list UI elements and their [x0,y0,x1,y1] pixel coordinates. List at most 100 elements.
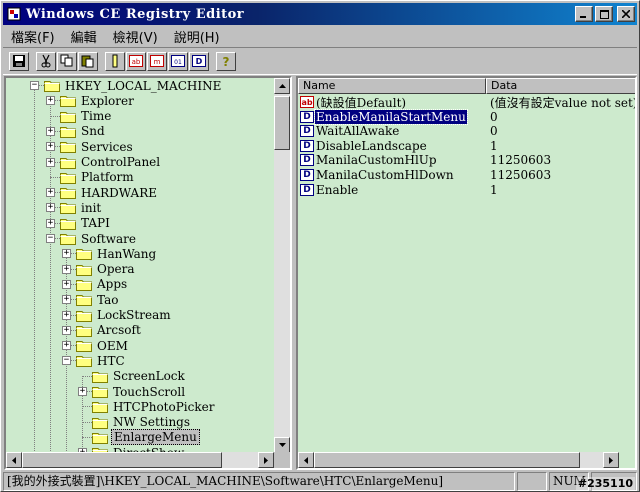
tree-vertical-scrollbar[interactable] [274,78,290,453]
folder-icon [76,339,92,353]
collapse-icon[interactable]: − [46,234,55,243]
list-hscroll-thumb[interactable] [314,452,580,468]
new-dword-icon[interactable]: D [189,51,209,71]
scroll-up-icon[interactable] [274,78,290,94]
scroll-left-icon[interactable] [6,452,22,468]
tree-node[interactable]: HKEY_LOCAL_MACHINE [44,78,223,93]
paste-icon[interactable] [78,51,98,71]
tree-node[interactable]: Platform [60,170,136,185]
tree-node[interactable]: Opera [76,262,137,277]
expand-icon[interactable]: + [46,126,55,136]
app-icon [6,6,22,22]
folder-icon [76,324,92,337]
expand-icon[interactable]: + [46,188,55,198]
value-row[interactable]: D Enable 1 [298,183,618,197]
menu-bar: 檔案(F) 編輯 檢視(V) 說明(H) [3,26,637,46]
tree-node[interactable]: ScreenLock [92,369,187,384]
menu-edit[interactable]: 編輯 [63,27,105,46]
new-string-icon[interactable]: ab [126,51,146,71]
cut-icon[interactable] [36,51,56,71]
tree-node[interactable]: HTC [76,353,127,368]
value-row[interactable]: D ManilaCustomHlUp 11250603 [298,153,618,167]
value-row[interactable]: D WaitAllAwake 0 [298,124,618,138]
tree-node-label: Tao [97,292,119,307]
dword-value-icon: D [300,110,314,123]
tree-node[interactable]: LockStream [76,308,173,323]
tree-node[interactable]: Explorer [60,93,136,108]
expand-icon[interactable]: + [46,142,55,152]
registry-tree[interactable]: − HKEY_LOCAL_MACHINE + Explorer Time + Snd + Ser… [4,76,292,470]
tree-horizontal-scrollbar[interactable] [6,452,274,468]
tree-node[interactable]: HARDWARE [60,185,159,200]
folder-icon [60,156,76,169]
folder-icon [92,416,108,429]
window-title: Windows CE Registry Editor [26,6,245,22]
expand-icon[interactable]: + [62,325,71,335]
list-scroll-right-icon[interactable] [603,452,619,468]
tree-node[interactable]: NW Settings [92,415,192,430]
expand-icon[interactable]: + [46,218,55,228]
folder-icon [92,385,108,398]
column-header-name[interactable]: Name [298,78,486,94]
close-button[interactable] [617,6,635,22]
menu-view[interactable]: 檢視(V) [105,27,166,46]
value-row[interactable]: D ManilaCustomHlDown 11250603 [298,168,618,182]
tree-scroll-thumb[interactable] [274,96,290,150]
tree-guide-line [34,85,35,453]
tree-node-label: NW Settings [113,415,191,430]
tree-node-label: Apps [97,277,128,292]
tree-node[interactable]: Tao [76,292,120,307]
expand-icon[interactable]: + [62,279,71,289]
help-icon[interactable]: ? [216,51,236,71]
value-name: Enable [316,182,359,197]
tree-hscroll-thumb[interactable] [22,452,222,468]
tree-node[interactable]: HanWang [76,246,158,261]
expand-icon[interactable]: + [62,341,71,351]
menu-file[interactable]: 檔案(F) [3,27,63,46]
column-header-data[interactable]: Data [486,78,635,94]
menu-help[interactable]: 說明(H) [166,27,228,46]
svg-text:ab: ab [132,58,141,66]
expand-icon[interactable]: + [62,295,71,305]
copy-icon[interactable] [57,51,77,71]
tree-node[interactable]: Services [60,139,135,154]
scroll-right-icon[interactable] [258,452,274,468]
tree-node[interactable]: Apps [76,277,129,292]
expand-icon[interactable]: + [62,310,71,320]
tree-node[interactable]: init [60,200,103,215]
value-row[interactable]: ab (缺設值Default) (值沒有設定value not set) [298,95,635,110]
tree-node[interactable]: Snd [60,124,107,139]
tree-node[interactable]: HTCPhotoPicker [92,399,216,414]
tree-branch-line [50,176,60,178]
value-row[interactable]: D EnableManilaStartMenu 0 [298,108,618,125]
save-icon[interactable] [9,51,29,71]
expand-icon[interactable]: + [46,96,55,106]
value-row[interactable]: D DisableLandscape 1 [298,139,618,153]
list-horizontal-scrollbar[interactable] [298,452,619,468]
expand-icon[interactable]: + [78,387,87,396]
collapse-icon[interactable]: − [62,356,71,366]
tree-node[interactable]: OEM [76,338,130,353]
tree-node[interactable]: Arcsoft [76,323,143,338]
new-multistring-icon[interactable]: m [147,51,167,71]
tree-node[interactable]: ControlPanel [60,155,162,170]
list-scroll-left-icon[interactable] [298,452,314,468]
expand-icon[interactable]: + [62,264,71,274]
new-binary-icon[interactable]: 01 [168,51,188,71]
tree-node[interactable]: TAPI [60,216,112,231]
string-value-icon: ab [300,96,314,108]
maximize-button[interactable] [595,6,613,22]
values-list[interactable]: Name Data ab (缺設值Default) (值沒有設定value not … [296,76,637,470]
tree-node[interactable]: Time [60,109,113,124]
expand-icon[interactable]: + [62,249,71,259]
tree-node[interactable]: Software [60,231,138,246]
minimize-button[interactable] [575,6,593,22]
new-key-icon[interactable] [105,51,125,71]
expand-icon[interactable]: + [46,203,55,213]
collapse-icon[interactable]: − [30,81,39,90]
expand-icon[interactable]: + [46,157,55,167]
tree-node[interactable]: EnlargeMenu [92,429,200,446]
tree-node[interactable]: TouchScroll [92,384,187,399]
title-bar[interactable]: Windows CE Registry Editor [3,3,637,25]
scroll-down-icon[interactable] [274,437,290,453]
